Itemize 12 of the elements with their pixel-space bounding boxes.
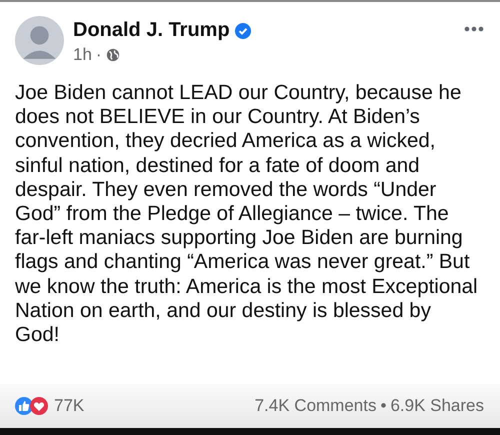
reaction-count[interactable]: 77K	[54, 396, 84, 416]
post-time[interactable]: 1h	[73, 45, 92, 65]
avatar[interactable]	[15, 16, 64, 65]
more-options-icon[interactable]	[464, 26, 484, 32]
author-name[interactable]: Donald J. Trump	[73, 19, 230, 42]
globe-icon	[106, 48, 120, 62]
post-text: Joe Biden cannot LEAD our Country, because he does not BELIEVE in our Country. At Biden’s convention, they decried America as a wicked, sinful nation, destined for a fate of doom and despair. They even removed the words “Under God” from the Pledge of Allegiance – twice. The far-left maniacs supporting Joe Biden are burning flags and chanting “America was never great.” But we know the truth: America is the most Exceptional Nation on earth, and our destiny is blessed by God!	[14, 81, 479, 348]
separator-dot: ·	[96, 45, 102, 65]
shares-count[interactable]: 6.9K Shares	[390, 396, 484, 416]
separator-dot: •	[380, 396, 386, 416]
comments-count[interactable]: 7.4K Comments	[254, 396, 376, 416]
like-heart-reactions-icon[interactable]	[14, 396, 50, 416]
